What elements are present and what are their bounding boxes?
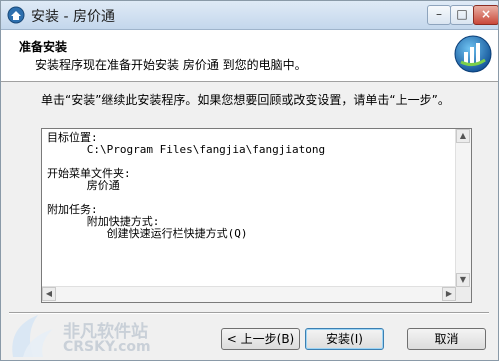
minimize-icon: –	[436, 7, 442, 21]
window-title: 安装 - 房价通	[31, 9, 115, 25]
instruction-text: 单击“安装”继续此安装程序。如果您想要回顾或改变设置，请单击“上一步”。	[41, 93, 450, 107]
setup-logo-icon	[454, 35, 492, 73]
page-subtitle: 安装程序现在准备开始安装 房价通 到您的电脑中。	[35, 58, 307, 72]
back-button[interactable]: < 上一步(B)	[221, 328, 300, 350]
maximize-button[interactable]: □	[450, 5, 474, 25]
title-bar: 安装 - 房价通 – □ ×	[1, 1, 498, 30]
installer-window: 安装 - 房价通 – □ × 准备安装 安装程序现在准备开始安装 房价通 到您的…	[0, 0, 499, 361]
horizontal-scrollbar[interactable]: ◀ ▶	[42, 286, 456, 302]
watermark-text-en: CRSKY.com	[63, 339, 151, 355]
app-icon	[7, 6, 25, 24]
wizard-header: 准备安装 安装程序现在准备开始安装 房价通 到您的电脑中。	[1, 30, 498, 82]
close-icon: ×	[480, 7, 492, 21]
ready-memo[interactable]: 目标位置: C:\Program Files\fangjia\fangjiato…	[41, 128, 472, 303]
cancel-button[interactable]: 取消	[407, 328, 486, 350]
scroll-right-arrow-icon[interactable]: ▶	[442, 287, 456, 301]
install-button[interactable]: 安装(I)	[305, 328, 384, 350]
page-title: 准备安装	[19, 40, 68, 54]
vertical-scrollbar[interactable]: ▲ ▼	[455, 129, 471, 287]
scrollbar-corner	[456, 287, 471, 302]
scroll-up-arrow-icon[interactable]: ▲	[456, 129, 470, 143]
scroll-down-arrow-icon[interactable]: ▼	[456, 273, 470, 287]
ready-memo-text: 目标位置: C:\Program Files\fangjia\fangjiato…	[47, 131, 326, 240]
close-button[interactable]: ×	[473, 5, 498, 25]
minimize-button[interactable]: –	[427, 5, 451, 25]
maximize-icon: □	[456, 7, 468, 21]
scroll-left-arrow-icon[interactable]: ◀	[42, 287, 56, 301]
